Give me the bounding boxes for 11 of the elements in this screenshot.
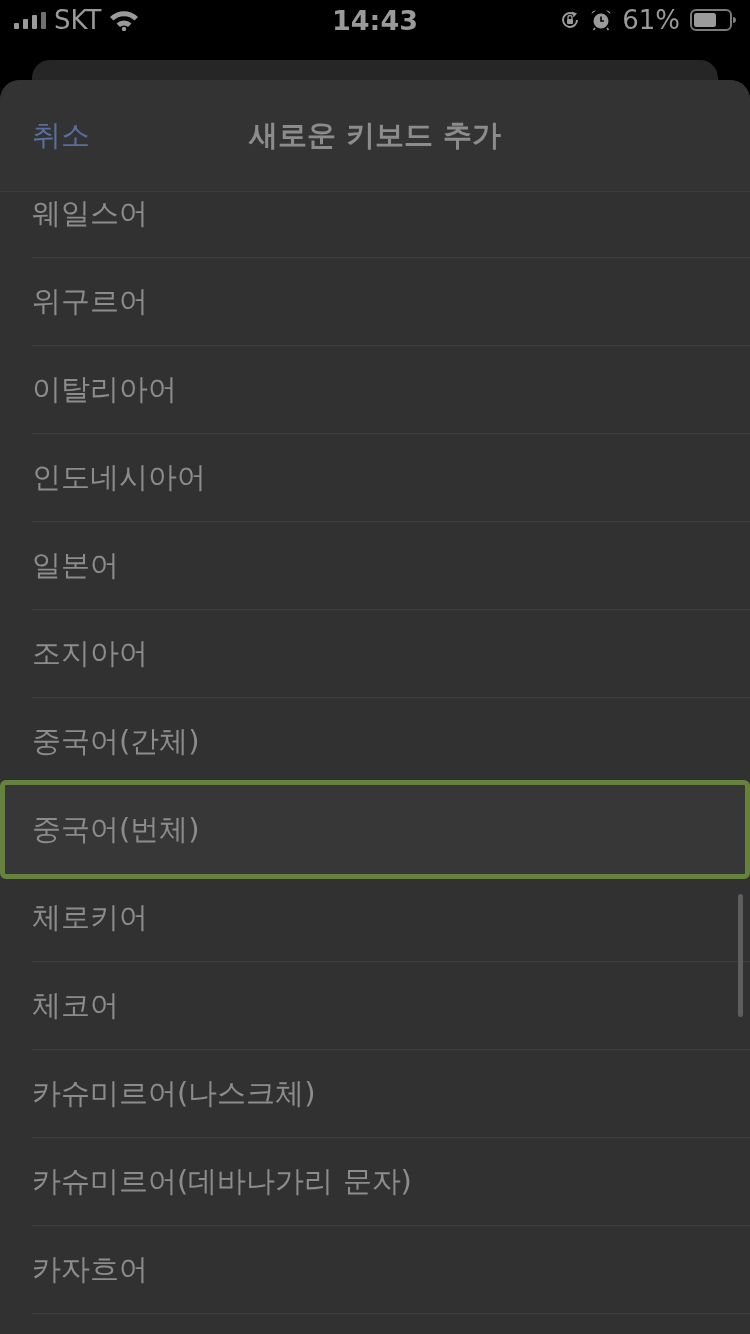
battery-icon — [690, 9, 736, 31]
alarm-clock-icon — [590, 9, 613, 31]
battery-percent: 61% — [622, 5, 680, 35]
cancel-button[interactable]: 취소 — [32, 115, 90, 156]
rotation-lock-icon — [560, 10, 581, 30]
clock-time: 14:43 — [332, 4, 418, 36]
signal-icon — [14, 11, 46, 29]
sheet-title: 새로운 키보드 추가 — [248, 116, 502, 154]
language-row[interactable]: 중국어(번체) — [0, 780, 750, 879]
carrier-name: SKT — [54, 5, 102, 35]
wifi-icon — [109, 9, 140, 31]
